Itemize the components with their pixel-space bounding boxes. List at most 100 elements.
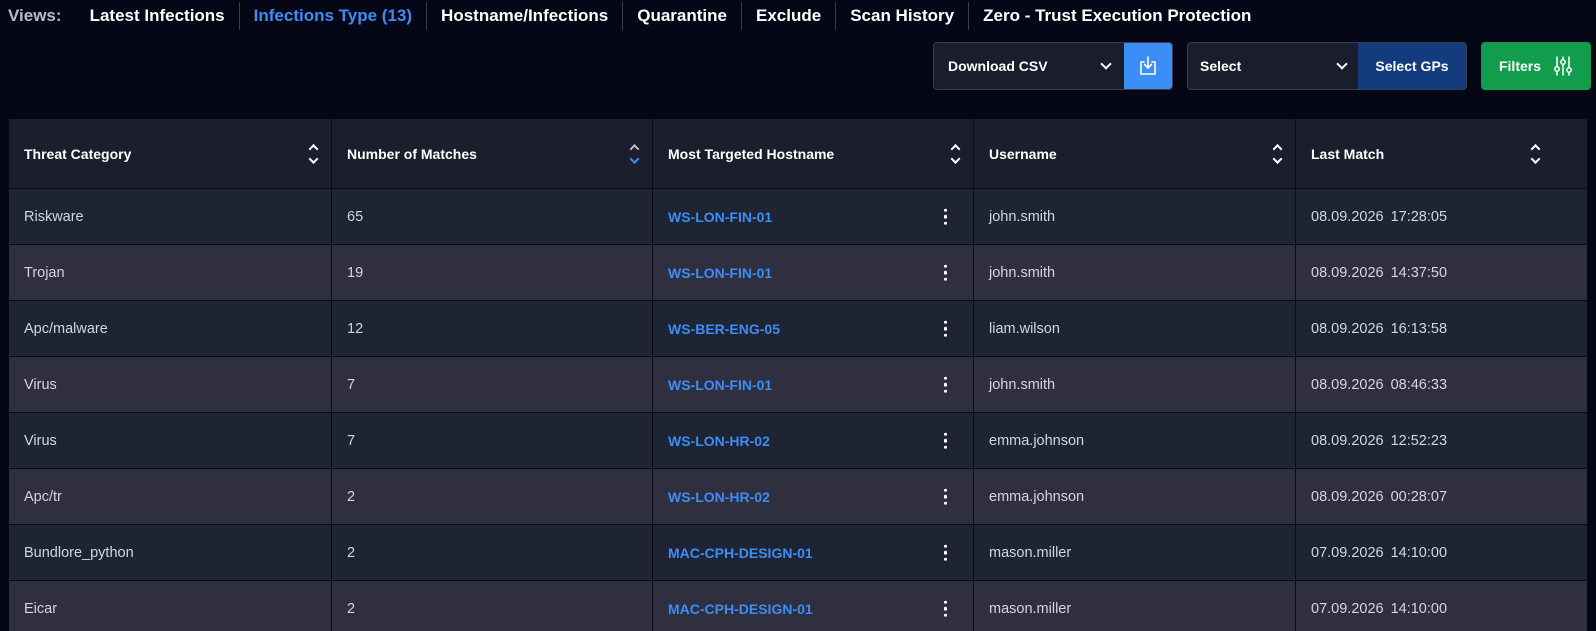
- download-button[interactable]: [1124, 43, 1172, 89]
- group-policy-group: Select Select GPs: [1187, 42, 1467, 90]
- last-match-cell: 07.09.2026 14:10:00: [1311, 544, 1448, 561]
- select-gps-button[interactable]: Select GPs: [1358, 43, 1466, 89]
- username-cell: mason.miller: [974, 525, 1296, 580]
- hostname-cell[interactable]: WS-LON-FIN-01: [653, 245, 974, 300]
- hostname-link[interactable]: WS-LON-HR-02: [668, 489, 770, 505]
- hostname-link[interactable]: WS-LON-FIN-01: [668, 265, 772, 281]
- threat-category-cell: Eicar: [9, 581, 332, 631]
- filters-button[interactable]: Filters: [1481, 42, 1591, 90]
- hostname-link[interactable]: WS-LON-HR-02: [668, 433, 770, 449]
- column-header-most-targeted-hostname[interactable]: Most Targeted Hostname: [653, 119, 974, 188]
- view-tab-latest-infections[interactable]: Latest Infections: [76, 2, 240, 30]
- view-tab-scan-history[interactable]: Scan History: [836, 2, 970, 30]
- table-row: Apc/tr 2 WS-LON-HR-02 emma.johnson 08.09…: [9, 468, 1587, 524]
- threat-category-cell: Apc/malware: [9, 301, 332, 356]
- filters-label: Filters: [1498, 58, 1541, 74]
- view-tab-quarantine[interactable]: Quarantine: [623, 2, 742, 30]
- hostname-cell[interactable]: WS-LON-FIN-01: [653, 189, 974, 244]
- chevron-down-icon: [1336, 58, 1348, 70]
- hostname-link[interactable]: MAC-CPH-DESIGN-01: [668, 545, 813, 561]
- table-row: Virus 7 WS-LON-HR-02 emma.johnson 08.09.…: [9, 412, 1587, 468]
- hostname-link[interactable]: WS-LON-FIN-01: [668, 377, 772, 393]
- hostname-link[interactable]: WS-BER-ENG-05: [668, 321, 780, 337]
- column-header-last-match[interactable]: Last Match: [1296, 119, 1553, 188]
- matches-cell: 2: [332, 469, 653, 524]
- download-csv-label: Download CSV: [948, 58, 1048, 74]
- views-label: Views:: [8, 6, 62, 25]
- threat-category-cell: Riskware: [9, 189, 332, 244]
- hostname-cell[interactable]: WS-LON-HR-02: [653, 413, 974, 468]
- hostname-cell[interactable]: MAC-CPH-DESIGN-01: [653, 525, 974, 580]
- column-header-username[interactable]: Username: [974, 119, 1296, 188]
- sort-descending-icon: [629, 143, 640, 164]
- hostname-cell[interactable]: WS-LON-FIN-01: [653, 357, 974, 412]
- view-tab-exclude[interactable]: Exclude: [742, 2, 837, 30]
- last-match-cell: 08.09.2026 17:28:05: [1311, 208, 1448, 225]
- hostname-link[interactable]: WS-LON-FIN-01: [668, 209, 772, 225]
- more-options-icon[interactable]: [940, 372, 952, 397]
- more-options-icon[interactable]: [940, 540, 952, 565]
- more-options-icon[interactable]: [940, 316, 952, 341]
- sort-icon: [1530, 143, 1541, 164]
- more-options-icon[interactable]: [940, 596, 952, 621]
- chevron-down-icon: [1100, 58, 1113, 70]
- view-tab-zero-trust[interactable]: Zero - Trust Execution Protection: [969, 2, 1265, 30]
- group-select-label: Select: [1200, 58, 1242, 74]
- last-match-cell: 08.09.2026 14:37:50: [1311, 264, 1448, 281]
- last-match-cell: 07.09.2026 14:10:00: [1311, 600, 1448, 617]
- matches-cell: 2: [332, 525, 653, 580]
- hostname-cell[interactable]: MAC-CPH-DESIGN-01: [653, 581, 974, 631]
- more-options-icon[interactable]: [940, 204, 952, 229]
- username-cell: emma.johnson: [974, 413, 1296, 468]
- username-cell: john.smith: [974, 189, 1296, 244]
- matches-cell: 12: [332, 301, 653, 356]
- hostname-cell[interactable]: WS-LON-HR-02: [653, 469, 974, 524]
- download-csv-group: Download CSV: [933, 42, 1173, 90]
- table-row: Trojan 19 WS-LON-FIN-01 john.smith 08.09…: [9, 244, 1587, 300]
- table-header: Threat Category Number of Matches Most T…: [9, 119, 1587, 188]
- hostname-link[interactable]: MAC-CPH-DESIGN-01: [668, 601, 813, 617]
- threat-category-cell: Trojan: [9, 245, 332, 300]
- download-icon: [1140, 56, 1157, 75]
- hostname-cell[interactable]: WS-BER-ENG-05: [653, 301, 974, 356]
- table-row: Bundlore_python 2 MAC-CPH-DESIGN-01 maso…: [9, 524, 1587, 580]
- sort-icon: [1272, 143, 1283, 164]
- last-match-cell: 08.09.2026 16:13:58: [1311, 320, 1448, 337]
- last-match-cell: 08.09.2026 08:46:33: [1311, 376, 1448, 393]
- threat-category-cell: Virus: [9, 413, 332, 468]
- infections-type-table: Threat Category Number of Matches Most T…: [9, 119, 1587, 631]
- column-header-number-of-matches[interactable]: Number of Matches: [332, 119, 653, 188]
- matches-cell: 65: [332, 189, 653, 244]
- group-select[interactable]: Select: [1188, 43, 1358, 89]
- username-cell: mason.miller: [974, 581, 1296, 631]
- sort-icon: [308, 143, 319, 164]
- threat-category-cell: Virus: [9, 357, 332, 412]
- matches-cell: 19: [332, 245, 653, 300]
- last-match-cell: 08.09.2026 00:28:07: [1311, 488, 1448, 505]
- username-cell: liam.wilson: [974, 301, 1296, 356]
- table-row: Apc/malware 12 WS-BER-ENG-05 liam.wilson…: [9, 300, 1587, 356]
- threat-category-cell: Bundlore_python: [9, 525, 332, 580]
- last-match-cell: 08.09.2026 12:52:23: [1311, 432, 1448, 449]
- more-options-icon[interactable]: [940, 484, 952, 509]
- table-row: Virus 7 WS-LON-FIN-01 john.smith 08.09.2…: [9, 356, 1587, 412]
- sort-icon: [950, 143, 961, 164]
- username-cell: emma.johnson: [974, 469, 1296, 524]
- username-cell: john.smith: [974, 245, 1296, 300]
- more-options-icon[interactable]: [940, 428, 952, 453]
- matches-cell: 2: [332, 581, 653, 631]
- views-nav: Views: Latest Infections Infections Type…: [8, 2, 1265, 30]
- username-cell: john.smith: [974, 357, 1296, 412]
- table-row: Eicar 2 MAC-CPH-DESIGN-01 mason.miller 0…: [9, 580, 1587, 631]
- matches-cell: 7: [332, 413, 653, 468]
- view-tab-hostname-infections[interactable]: Hostname/Infections: [427, 2, 624, 30]
- matches-cell: 7: [332, 357, 653, 412]
- table-row: Riskware 65 WS-LON-FIN-01 john.smith 08.…: [9, 188, 1587, 244]
- view-tab-infections-type[interactable]: Infections Type (13): [240, 2, 428, 30]
- toolbar: Download CSV Select Select GPs Filters: [0, 42, 1596, 90]
- more-options-icon[interactable]: [940, 260, 952, 285]
- threat-category-cell: Apc/tr: [9, 469, 332, 524]
- download-csv-select[interactable]: Download CSV: [934, 43, 1125, 89]
- sliders-icon: [1554, 56, 1572, 76]
- column-header-threat-category[interactable]: Threat Category: [9, 119, 332, 188]
